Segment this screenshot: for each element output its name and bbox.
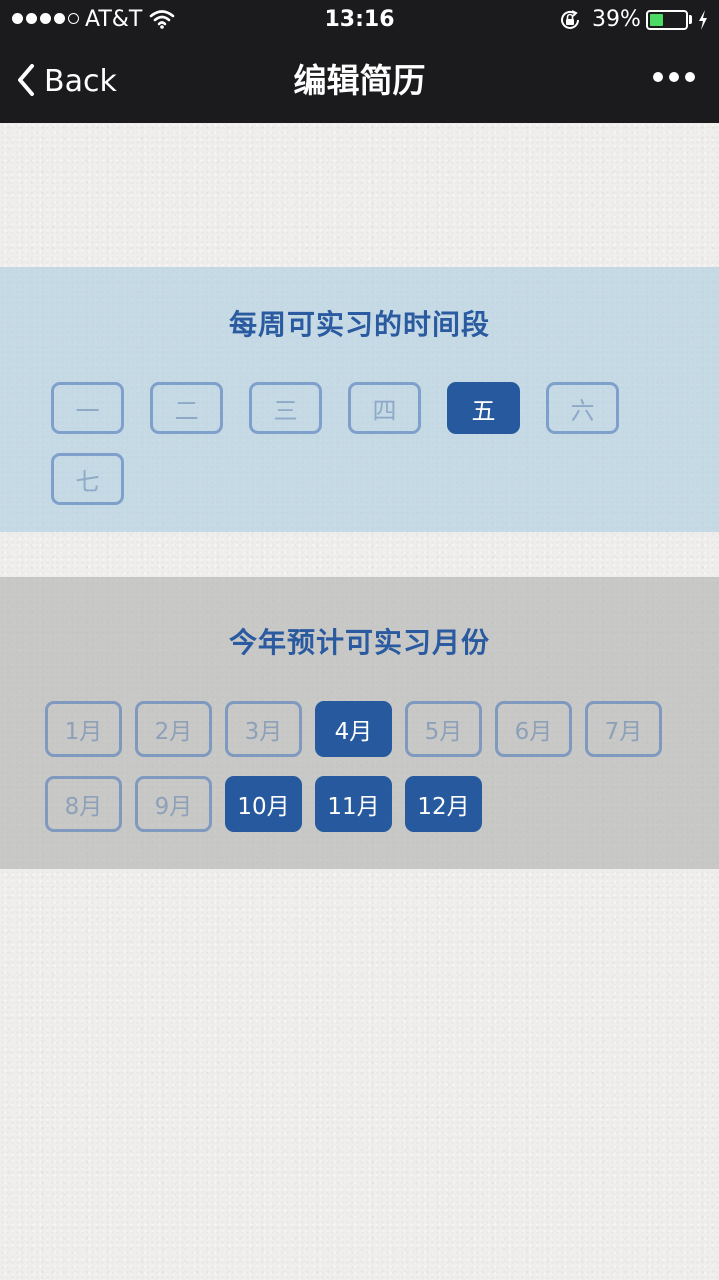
battery-cap	[689, 15, 692, 24]
battery-percentage: 39%	[592, 7, 641, 32]
month-chip-8[interactable]: 8月	[45, 776, 122, 832]
month-chip-7[interactable]: 7月	[585, 701, 662, 757]
month-chip-1[interactable]: 1月	[45, 701, 122, 757]
weekday-chip-4[interactable]: 四	[348, 382, 421, 434]
month-chip-4-selected[interactable]: 4月	[315, 701, 392, 757]
page-title: 编辑简历	[293, 61, 426, 100]
more-dots-icon[interactable]	[653, 72, 695, 82]
month-chip-6[interactable]: 6月	[495, 701, 572, 757]
navigation-bar: Back 编辑简历	[0, 40, 719, 123]
monthly-availability-title: 今年预计可实习月份	[228, 626, 490, 659]
weekday-chip-3[interactable]: 三	[249, 382, 322, 434]
month-chip-10-selected[interactable]: 10月	[225, 776, 302, 832]
status-bar: AT&T 13:16 39%	[0, 0, 719, 40]
monthly-availability-section: 今年预计可实习月份 1月 2月 3月 4月 5月 6月 7月 8月 9月 10月 11月 12月	[0, 577, 719, 869]
weekly-availability-title: 每周可实习的时间段	[228, 308, 490, 341]
battery-icon	[646, 10, 688, 30]
weekday-chip-6[interactable]: 六	[546, 382, 619, 434]
top-bar: AT&T 13:16 39% Back 编辑简历	[0, 0, 719, 123]
month-chip-9[interactable]: 9月	[135, 776, 212, 832]
month-chip-11-selected[interactable]: 11月	[315, 776, 392, 832]
battery-level-fill	[650, 14, 663, 26]
weekday-options: 一二三四五六七	[51, 382, 651, 505]
orientation-lock-icon	[558, 8, 582, 36]
weekly-availability-section: 每周可实习的时间段 一二三四五六七	[0, 267, 719, 532]
month-chip-12-selected[interactable]: 12月	[405, 776, 482, 832]
weekday-chip-5-selected[interactable]: 五	[447, 382, 520, 434]
month-chip-2[interactable]: 2月	[135, 701, 212, 757]
weekday-chip-7[interactable]: 七	[51, 453, 124, 505]
weekday-chip-2[interactable]: 二	[150, 382, 223, 434]
month-options: 1月 2月 3月 4月 5月 6月 7月 8月 9月 10月 11月 12月	[45, 701, 685, 832]
weekday-chip-1[interactable]: 一	[51, 382, 124, 434]
charging-bolt-icon	[697, 9, 709, 35]
month-chip-3[interactable]: 3月	[225, 701, 302, 757]
month-chip-5[interactable]: 5月	[405, 701, 482, 757]
